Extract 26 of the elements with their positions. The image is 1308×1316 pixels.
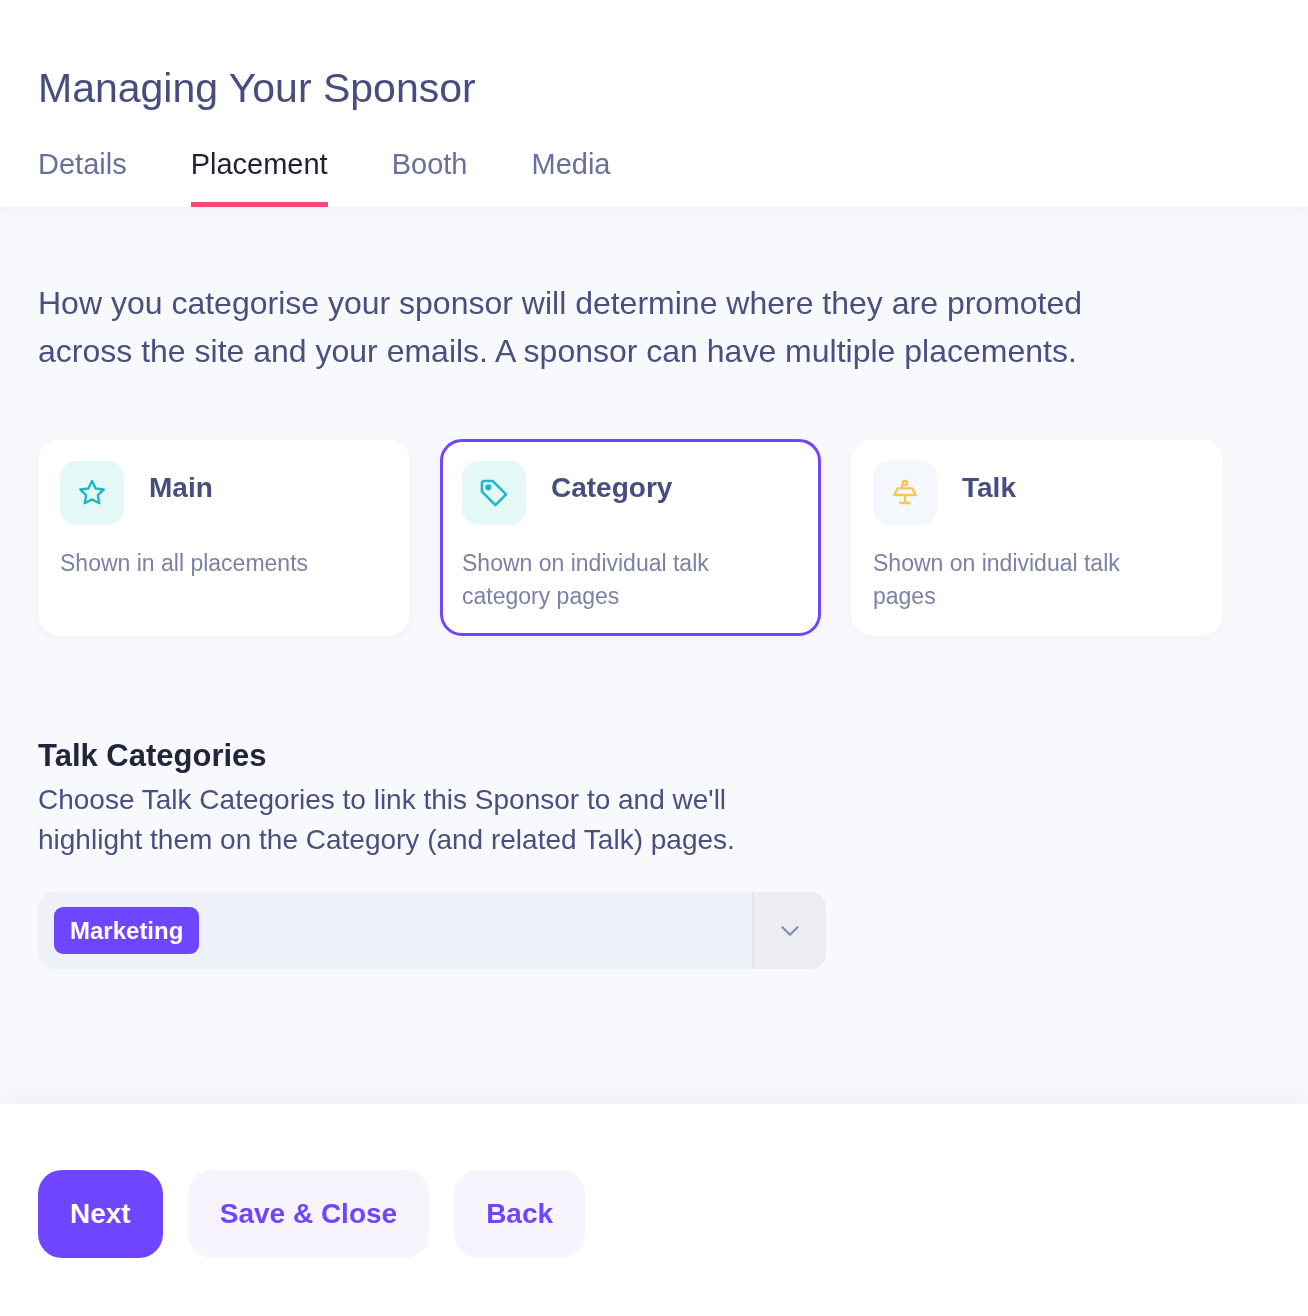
action-button[interactable]: Back [454,1170,586,1258]
card-title: Category [551,472,673,504]
action-button[interactable]: Next [38,1170,163,1258]
placement-card[interactable]: Category Shown on individual talk category pages [440,439,821,636]
card-description: Shown on individual talk pages [873,549,1121,611]
category-select[interactable]: Marketing [38,892,826,969]
section-description: Choose Talk Categories to link this Sponsor to and we'll highlight them on the Category (and related Talk) pages. [38,783,736,857]
chevron-down-icon [781,925,799,936]
section-heading: Talk Categories [38,737,268,775]
card-title: Talk [962,472,1016,504]
tab[interactable]: Media [531,146,611,207]
tab[interactable]: Booth [391,146,468,207]
dropdown-toggle[interactable] [752,892,826,969]
card-title: Main [149,472,213,504]
page-title: Managing Your Sponsor [38,64,477,112]
placement-card[interactable]: Talk Shown on individual talk pages [851,439,1223,636]
tab[interactable]: Placement [190,146,328,207]
placement-card[interactable]: Main Shown in all placements [38,439,410,636]
intro-text: How you categorise your sponsor will determine where they are promoted across the site and your emails. A sponsor can have multiple placements. [38,284,1084,371]
card-description: Shown on individual talk category pages [462,549,710,611]
category-chip[interactable]: Marketing [54,907,200,954]
card-description: Shown in all placements [60,549,310,578]
tab[interactable]: Details [38,146,127,207]
action-button[interactable]: Save & Close [187,1170,430,1258]
lectern-icon [873,461,937,525]
tag-icon [462,461,526,525]
